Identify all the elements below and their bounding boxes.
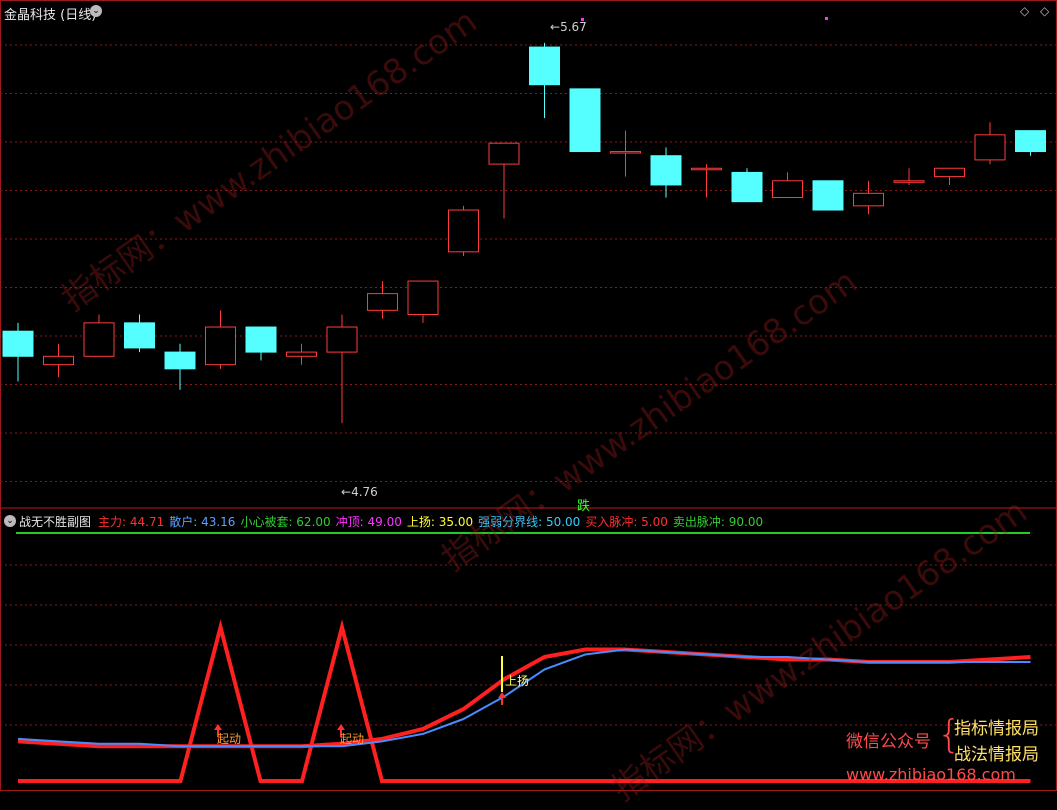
candle-down bbox=[529, 46, 560, 86]
pulse-line bbox=[18, 619, 1031, 783]
candle-down bbox=[1015, 130, 1046, 153]
legend-item: 散户: 43.16 bbox=[169, 515, 236, 529]
qidong-label-2: 起动 bbox=[340, 732, 365, 746]
candle-up bbox=[893, 180, 925, 183]
candle-up bbox=[772, 180, 803, 199]
candle-up bbox=[367, 293, 398, 311]
candle-down bbox=[812, 180, 844, 211]
low-arrow-icon: ← bbox=[341, 485, 352, 499]
sub-panel-title: 战无不胜副图 bbox=[19, 515, 92, 529]
legend-item: 买入脉冲: 5.00 bbox=[585, 515, 668, 529]
legend-item: 卖出脉冲: 90.00 bbox=[672, 515, 764, 529]
collapse-icon[interactable]: ⌄ bbox=[90, 5, 102, 17]
candle-up bbox=[448, 209, 479, 253]
shangyang-label: 上扬 bbox=[505, 674, 530, 688]
high-price-label: ←5.67 bbox=[550, 20, 587, 34]
candle-down bbox=[650, 155, 682, 186]
candle-up bbox=[43, 355, 74, 366]
qidong-label-1: 起动 bbox=[217, 732, 242, 746]
low-price-label: ←4.76 bbox=[341, 485, 378, 499]
candle-down bbox=[124, 322, 155, 349]
diamond-icon[interactable]: ◇ bbox=[1020, 4, 1029, 18]
legend-item: 冲顶: 49.00 bbox=[335, 515, 402, 529]
promo-wechat: 微信公众号 bbox=[846, 732, 931, 752]
sub-collapse-icon[interactable]: ⌄ bbox=[4, 515, 16, 527]
stock-name: 金晶科技 bbox=[4, 8, 57, 23]
candle-down bbox=[731, 171, 763, 203]
candle-up bbox=[934, 167, 965, 178]
main-panel-title: 金晶科技 (日线) bbox=[4, 4, 96, 23]
diamond-icon-2[interactable]: ◇ bbox=[1040, 4, 1049, 18]
promo-brand1: 指标情报局 bbox=[954, 719, 1039, 739]
candle-down bbox=[569, 88, 601, 153]
promo-brand2: 战法情报局 bbox=[954, 745, 1039, 765]
promo-url: www.zhibiao168.com bbox=[846, 765, 1016, 784]
high-arrow-icon: ← bbox=[550, 20, 561, 34]
marker bbox=[825, 17, 828, 20]
candle-down bbox=[2, 330, 34, 357]
indicator-legend: 主力: 44.71 散户: 43.16 小心被套: 62.00 冲顶: 49.00 上扬… bbox=[98, 513, 768, 530]
candle-up bbox=[610, 151, 641, 154]
candle-down bbox=[245, 326, 277, 353]
candle-up bbox=[691, 167, 722, 171]
candle-up bbox=[853, 192, 884, 207]
legend-item: 小心被套: 62.00 bbox=[240, 515, 331, 529]
candle-up bbox=[286, 351, 317, 357]
candle-up bbox=[326, 326, 358, 353]
candle-down bbox=[164, 351, 196, 370]
candle-up bbox=[205, 326, 236, 366]
candle-up bbox=[974, 134, 1006, 161]
sell-signal-label: 跌 bbox=[577, 499, 591, 514]
candle-up bbox=[407, 280, 439, 316]
legend-item: 主力: 44.71 bbox=[98, 515, 165, 529]
candle-up bbox=[83, 322, 115, 357]
candle-up bbox=[488, 142, 520, 165]
